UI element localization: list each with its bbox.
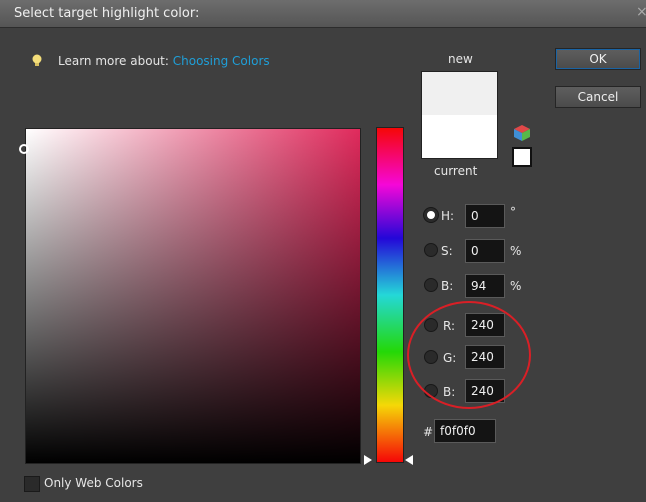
learn-more-text: Learn more about: Choosing Colors [58, 54, 270, 68]
hue-slider-right-handle[interactable] [405, 455, 413, 465]
learn-more-prefix: Learn more about: [58, 54, 169, 68]
hex-input[interactable]: f0f0f0 [434, 419, 496, 443]
brightness-radio[interactable] [424, 278, 438, 292]
choosing-colors-link[interactable]: Choosing Colors [173, 54, 270, 68]
hue-input[interactable]: 0 [465, 204, 505, 228]
only-web-colors-label: Only Web Colors [44, 476, 143, 490]
brightness-input[interactable]: 94 [465, 274, 505, 298]
saturation-label: S: [441, 244, 453, 258]
ok-button[interactable]: OK [555, 48, 641, 70]
saturation-input[interactable]: 0 [465, 239, 505, 263]
hex-label: # [423, 425, 434, 439]
current-color-swatch[interactable] [422, 115, 497, 158]
color-preview [421, 71, 498, 159]
close-icon[interactable]: × [636, 4, 646, 20]
lightbulb-icon [32, 54, 42, 66]
hue-slider-left-handle[interactable] [364, 455, 372, 465]
hue-radio[interactable] [424, 208, 438, 222]
percent-unit: % [510, 244, 522, 258]
current-label: current [434, 164, 478, 178]
new-label: new [448, 52, 473, 66]
window-title: Select target highlight color: [14, 6, 200, 21]
new-color-swatch [422, 72, 497, 115]
only-web-colors-checkbox[interactable] [24, 476, 40, 492]
color-field[interactable] [25, 128, 361, 464]
color-field-marker[interactable] [19, 144, 29, 154]
percent-unit: % [510, 279, 522, 293]
degree-unit: ° [510, 205, 516, 219]
hue-slider[interactable] [376, 127, 404, 463]
cancel-button[interactable]: Cancel [555, 86, 641, 108]
web-safe-swatch[interactable] [512, 147, 532, 167]
annotation-circle [407, 301, 531, 409]
brightness-label: B: [441, 279, 454, 293]
hue-label: H: [441, 209, 455, 223]
out-of-gamut-cube-icon[interactable] [513, 124, 531, 142]
saturation-radio[interactable] [424, 243, 438, 257]
